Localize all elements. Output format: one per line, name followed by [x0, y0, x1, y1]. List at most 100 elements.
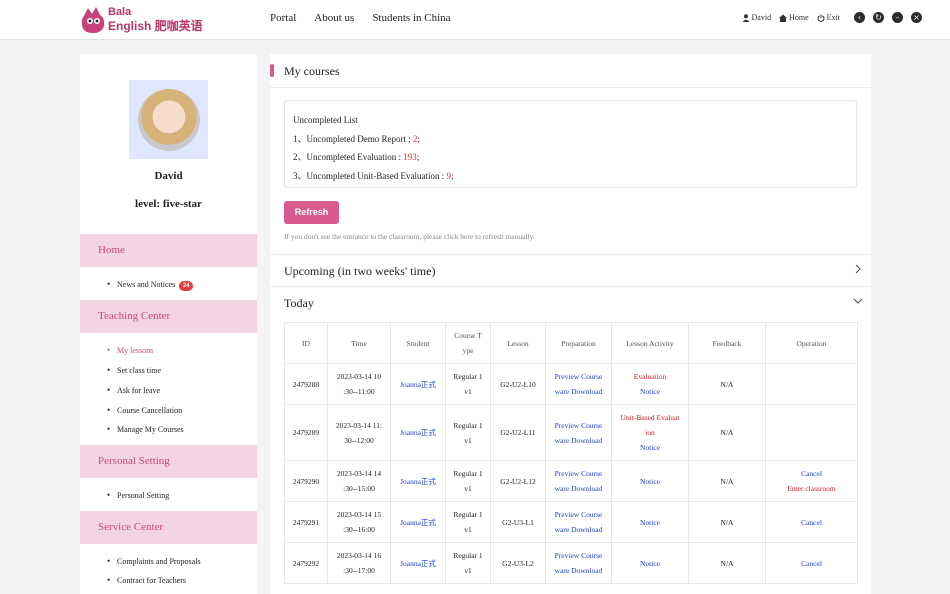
- reload-icon[interactable]: ↻: [873, 12, 884, 23]
- sidebar-item-my-lessons[interactable]: My lessons: [107, 345, 153, 355]
- uncompleted-suffix: ;: [450, 170, 454, 181]
- cell-id: 2479290: [284, 460, 328, 502]
- sidebar-item-ask-for-leave[interactable]: Ask for leave: [107, 385, 160, 395]
- activity-link[interactable]: Notice: [615, 515, 685, 530]
- uncompleted-item[interactable]: 3、Uncompleted Unit-Based Evaluation : 9;: [293, 167, 848, 186]
- nav-portal[interactable]: Portal: [270, 12, 296, 24]
- window-controls: ‹ ↻ – ×: [854, 12, 922, 23]
- user-name: David: [751, 13, 772, 22]
- col-course-type: Course T ype: [445, 322, 491, 364]
- cell-lesson: G2-U2-L12: [490, 460, 546, 502]
- cell-operation: Cancel: [765, 542, 858, 584]
- chevron-down-icon: [853, 298, 863, 304]
- cell-lesson: G2-U3-L1: [490, 501, 546, 543]
- cell-lesson-activity: Unit-Based Evaluat ion Notice: [611, 404, 689, 461]
- sidebar-section-teaching-center[interactable]: Teaching Center: [80, 300, 257, 333]
- activity-link[interactable]: Notice: [615, 556, 685, 571]
- cell-preparation[interactable]: Preview Course ware Download: [545, 404, 612, 461]
- title-accent-bar: [270, 64, 274, 77]
- cell-course-type: Regular 1 v1: [445, 363, 491, 405]
- sidebar-item-personal-setting[interactable]: Personal Setting: [107, 490, 169, 500]
- activity-link[interactable]: Notice: [615, 440, 685, 455]
- activity-link[interactable]: Evaluation: [615, 369, 685, 384]
- cell-course-type: Regular 1 v1: [445, 542, 491, 584]
- cell-preparation[interactable]: Preview Course ware Download: [545, 542, 612, 584]
- cell-lesson-activity: Notice: [611, 542, 689, 584]
- cell-preparation[interactable]: Preview Course ware Download: [545, 363, 612, 405]
- table-row: 2479292 2023-03-14 16 :30--17:00 Joanna正式 R…: [284, 542, 858, 584]
- cell-feedback: N/A: [688, 363, 766, 405]
- refresh-hint[interactable]: If you don't see the entrance to the cla…: [284, 232, 535, 241]
- col-lesson-activity: Lesson Activity: [611, 322, 689, 364]
- activity-link[interactable]: Notice: [615, 474, 685, 489]
- sidebar-section-home[interactable]: Home: [80, 234, 257, 267]
- cell-operation: Cancel: [765, 501, 858, 543]
- cell-course-type: Regular 1 v1: [445, 501, 491, 543]
- enter-classroom-button[interactable]: Enter classroom: [769, 481, 854, 496]
- today-section[interactable]: Today: [270, 286, 871, 318]
- uncompleted-item-label: 1、Uncompleted Demo Report :: [293, 133, 411, 144]
- sidebar-item-news[interactable]: News and Notices24: [107, 279, 194, 291]
- nav-students-in-china[interactable]: Students in China: [372, 12, 450, 24]
- col-student: Student: [390, 322, 446, 364]
- home-link[interactable]: Home: [779, 13, 809, 22]
- cancel-button[interactable]: Cancel: [769, 466, 854, 481]
- sidebar-item-label: News and Notices: [117, 280, 176, 289]
- logo-mascot-icon: [81, 7, 105, 33]
- user-links: David Home Exit: [742, 13, 840, 22]
- cell-student[interactable]: Joanna正式: [390, 363, 446, 405]
- avatar-photo: [137, 88, 200, 151]
- cell-id: 2479288: [284, 363, 328, 405]
- sidebar-section-personal-setting[interactable]: Personal Setting: [80, 445, 257, 478]
- cell-preparation[interactable]: Preview Course ware Download: [545, 501, 612, 543]
- col-feedback: Feedback: [688, 322, 766, 364]
- avatar[interactable]: [129, 80, 208, 159]
- sidebar-section-service-center[interactable]: Service Center: [80, 511, 257, 544]
- logo[interactable]: Bala English 肥咖英语: [80, 6, 203, 34]
- power-icon: [817, 14, 825, 22]
- cell-student[interactable]: Joanna正式: [390, 404, 446, 461]
- uncompleted-item[interactable]: 1、Uncompleted Demo Report : 2;: [293, 130, 848, 149]
- cell-lesson: G2-U2-L11: [490, 404, 546, 461]
- top-bar: Bala English 肥咖英语 Portal About us Studen…: [0, 0, 950, 40]
- sidebar-item-manage-my-courses[interactable]: Manage My Courses: [107, 424, 184, 434]
- cell-preparation[interactable]: Preview Course ware Download: [545, 460, 612, 502]
- cell-feedback: N/A: [688, 404, 766, 461]
- cell-lesson-activity: Evaluation Notice: [611, 363, 689, 405]
- col-preparation: Preparation: [545, 322, 612, 364]
- upcoming-section[interactable]: Upcoming (in two weeks' time): [270, 254, 871, 286]
- user-link[interactable]: David: [742, 13, 772, 22]
- uncompleted-suffix: ;: [416, 152, 420, 162]
- sidebar-item-set-class-time[interactable]: Set class time: [107, 365, 161, 375]
- main-nav: Portal About us Students in China: [270, 12, 451, 24]
- cancel-button[interactable]: Cancel: [769, 515, 854, 530]
- sidebar-item-contract[interactable]: Contract for Teachers: [107, 575, 186, 585]
- back-icon[interactable]: ‹: [854, 12, 865, 23]
- minimize-icon[interactable]: –: [892, 12, 903, 23]
- cell-student[interactable]: Joanna正式: [390, 460, 446, 502]
- exit-link[interactable]: Exit: [817, 13, 840, 22]
- cell-id: 2479292: [284, 542, 328, 584]
- nav-about-us[interactable]: About us: [314, 12, 354, 24]
- sidebar-item-complaints[interactable]: Complaints and Proposals: [107, 556, 201, 566]
- sidebar-item-course-cancellation[interactable]: Course Cancellation: [107, 405, 182, 415]
- uncompleted-item-label: 2、Uncompleted Evaluation :: [293, 152, 401, 162]
- close-icon[interactable]: ×: [911, 12, 922, 23]
- uncompleted-heading: Uncompleted List: [293, 115, 358, 125]
- activity-link[interactable]: Unit-Based Evaluat ion: [615, 410, 685, 440]
- exit-label: Exit: [826, 13, 840, 22]
- table-row: 2479289 2023-03-14 11: 30--12:00 Joanna正式 R…: [284, 404, 858, 461]
- table-row: 2479290 2023-03-14 14 :30--15:00 Joanna正式 R…: [284, 460, 858, 502]
- col-lesson: Lesson: [490, 322, 546, 364]
- cell-lesson-activity: Notice: [611, 460, 689, 502]
- refresh-button[interactable]: Refresh: [284, 201, 339, 224]
- table-header-row: ID Time Student Course T ype Lesson Prep…: [284, 322, 858, 364]
- chevron-right-icon: [855, 264, 861, 274]
- uncompleted-item[interactable]: 2、Uncompleted Evaluation : 193;: [293, 148, 848, 167]
- cell-student[interactable]: Joanna正式: [390, 542, 446, 584]
- cancel-button[interactable]: Cancel: [769, 556, 854, 571]
- cell-lesson: G2-U2-L10: [490, 363, 546, 405]
- col-operation: Operation: [765, 322, 858, 364]
- activity-link[interactable]: Notice: [615, 384, 685, 399]
- cell-student[interactable]: Joanna正式: [390, 501, 446, 543]
